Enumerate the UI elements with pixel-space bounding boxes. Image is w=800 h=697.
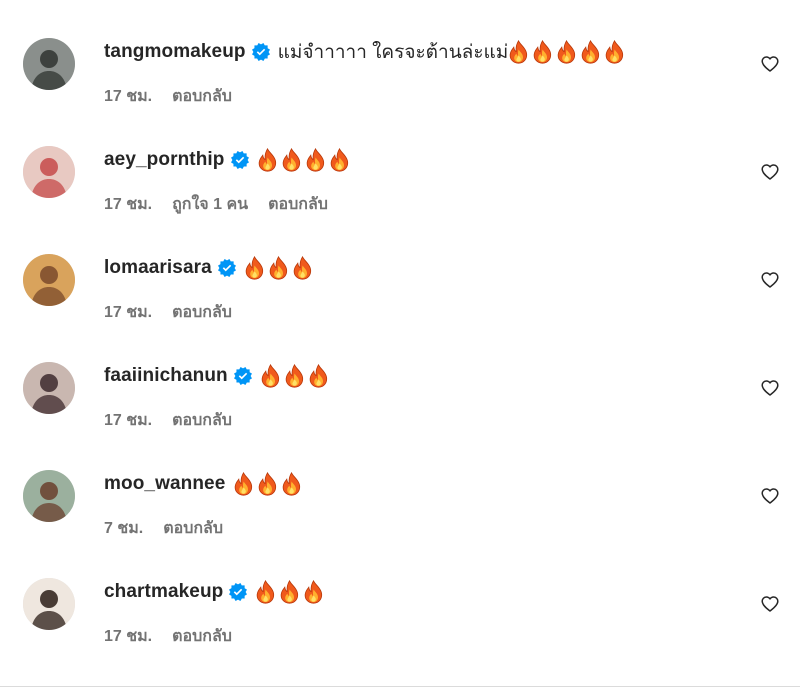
fire-emoji (303, 580, 324, 604)
comment-body (244, 256, 316, 280)
fire-emoji (279, 580, 300, 604)
verified-badge-icon (230, 151, 249, 169)
like-heart-icon[interactable] (761, 595, 779, 613)
fire-emoji (580, 40, 601, 64)
fire-emoji (556, 40, 577, 64)
fire-emoji (329, 148, 350, 172)
emoji-row (257, 148, 353, 172)
comment-time[interactable]: 17 ชม. (104, 624, 152, 649)
reply-button[interactable]: ตอบกลับ (172, 408, 232, 433)
comment-username[interactable]: aey_pornthip (104, 149, 225, 171)
comment-row: tangmomakeup แม่จำาาาา ใครจะต้านล่ะแม่ 17 … (0, 38, 800, 128)
comment-body (257, 148, 353, 172)
comment-row: chartmakeup 17 ชม. ตอบกลับ (0, 578, 800, 668)
comment-body (255, 580, 327, 604)
comment-username[interactable]: faaiinichanun (104, 365, 228, 387)
avatar[interactable] (23, 254, 75, 306)
fire-emoji (508, 40, 529, 64)
comment-body (233, 472, 305, 496)
fire-emoji (233, 472, 254, 496)
reply-button[interactable]: ตอบกลับ (163, 516, 223, 541)
fire-emoji (284, 364, 305, 388)
comment-time[interactable]: 17 ชม. (104, 192, 152, 217)
verified-badge-icon (217, 259, 236, 277)
avatar[interactable] (23, 38, 75, 90)
fire-emoji (257, 472, 278, 496)
comment-username[interactable]: tangmomakeup (104, 41, 246, 63)
comment-time[interactable]: 17 ชม. (104, 84, 152, 109)
comment-time[interactable]: 7 ชม. (104, 516, 143, 541)
comment-row: faaiinichanun 17 ชม. ตอบกลับ (0, 362, 800, 452)
like-heart-icon[interactable] (761, 487, 779, 505)
comment-row: aey_pornthip 17 ชม. ถูกใจ 1 คน ตอบกลับ (0, 146, 800, 236)
fire-emoji (532, 40, 553, 64)
comment-row: moo_wannee 7 ชม. ตอบกลับ (0, 470, 800, 560)
fire-emoji (255, 580, 276, 604)
like-heart-icon[interactable] (761, 55, 779, 73)
verified-badge-icon (229, 583, 248, 601)
reply-button[interactable]: ตอบกลับ (172, 624, 232, 649)
avatar[interactable] (23, 578, 75, 630)
emoji-row (244, 256, 316, 280)
emoji-row (260, 364, 332, 388)
fire-emoji (281, 472, 302, 496)
avatar[interactable] (23, 362, 75, 414)
comment-likes[interactable]: ถูกใจ 1 คน (172, 192, 248, 217)
comment-body (260, 364, 332, 388)
comment-row: lomaarisara 17 ชม. ตอบกลับ (0, 254, 800, 344)
fire-emoji (268, 256, 289, 280)
verified-badge-icon (251, 43, 270, 61)
comment-body: แม่จำาาาา ใครจะต้านล่ะแม่ (278, 37, 629, 67)
verified-badge-icon (233, 367, 252, 385)
like-heart-icon[interactable] (761, 163, 779, 181)
fire-emoji (260, 364, 281, 388)
comment-username[interactable]: moo_wannee (104, 473, 225, 495)
divider (0, 686, 800, 687)
fire-emoji (305, 148, 326, 172)
comment-username[interactable]: lomaarisara (104, 257, 212, 279)
fire-emoji (308, 364, 329, 388)
reply-button[interactable]: ตอบกลับ (172, 84, 232, 109)
fire-emoji (281, 148, 302, 172)
like-heart-icon[interactable] (761, 379, 779, 397)
fire-emoji (604, 40, 625, 64)
emoji-row (255, 580, 327, 604)
avatar[interactable] (23, 470, 75, 522)
fire-emoji (292, 256, 313, 280)
avatar[interactable] (23, 146, 75, 198)
comment-time[interactable]: 17 ชม. (104, 300, 152, 325)
comment-time[interactable]: 17 ชม. (104, 408, 152, 433)
comment-username[interactable]: chartmakeup (104, 581, 223, 603)
reply-button[interactable]: ตอบกลับ (268, 192, 328, 217)
comment-text: แม่จำาาาา ใครจะต้านล่ะแม่ (277, 42, 509, 63)
emoji-row (233, 472, 305, 496)
fire-emoji (244, 256, 265, 280)
fire-emoji (257, 148, 278, 172)
reply-button[interactable]: ตอบกลับ (172, 300, 232, 325)
emoji-row (508, 40, 628, 64)
like-heart-icon[interactable] (761, 271, 779, 289)
